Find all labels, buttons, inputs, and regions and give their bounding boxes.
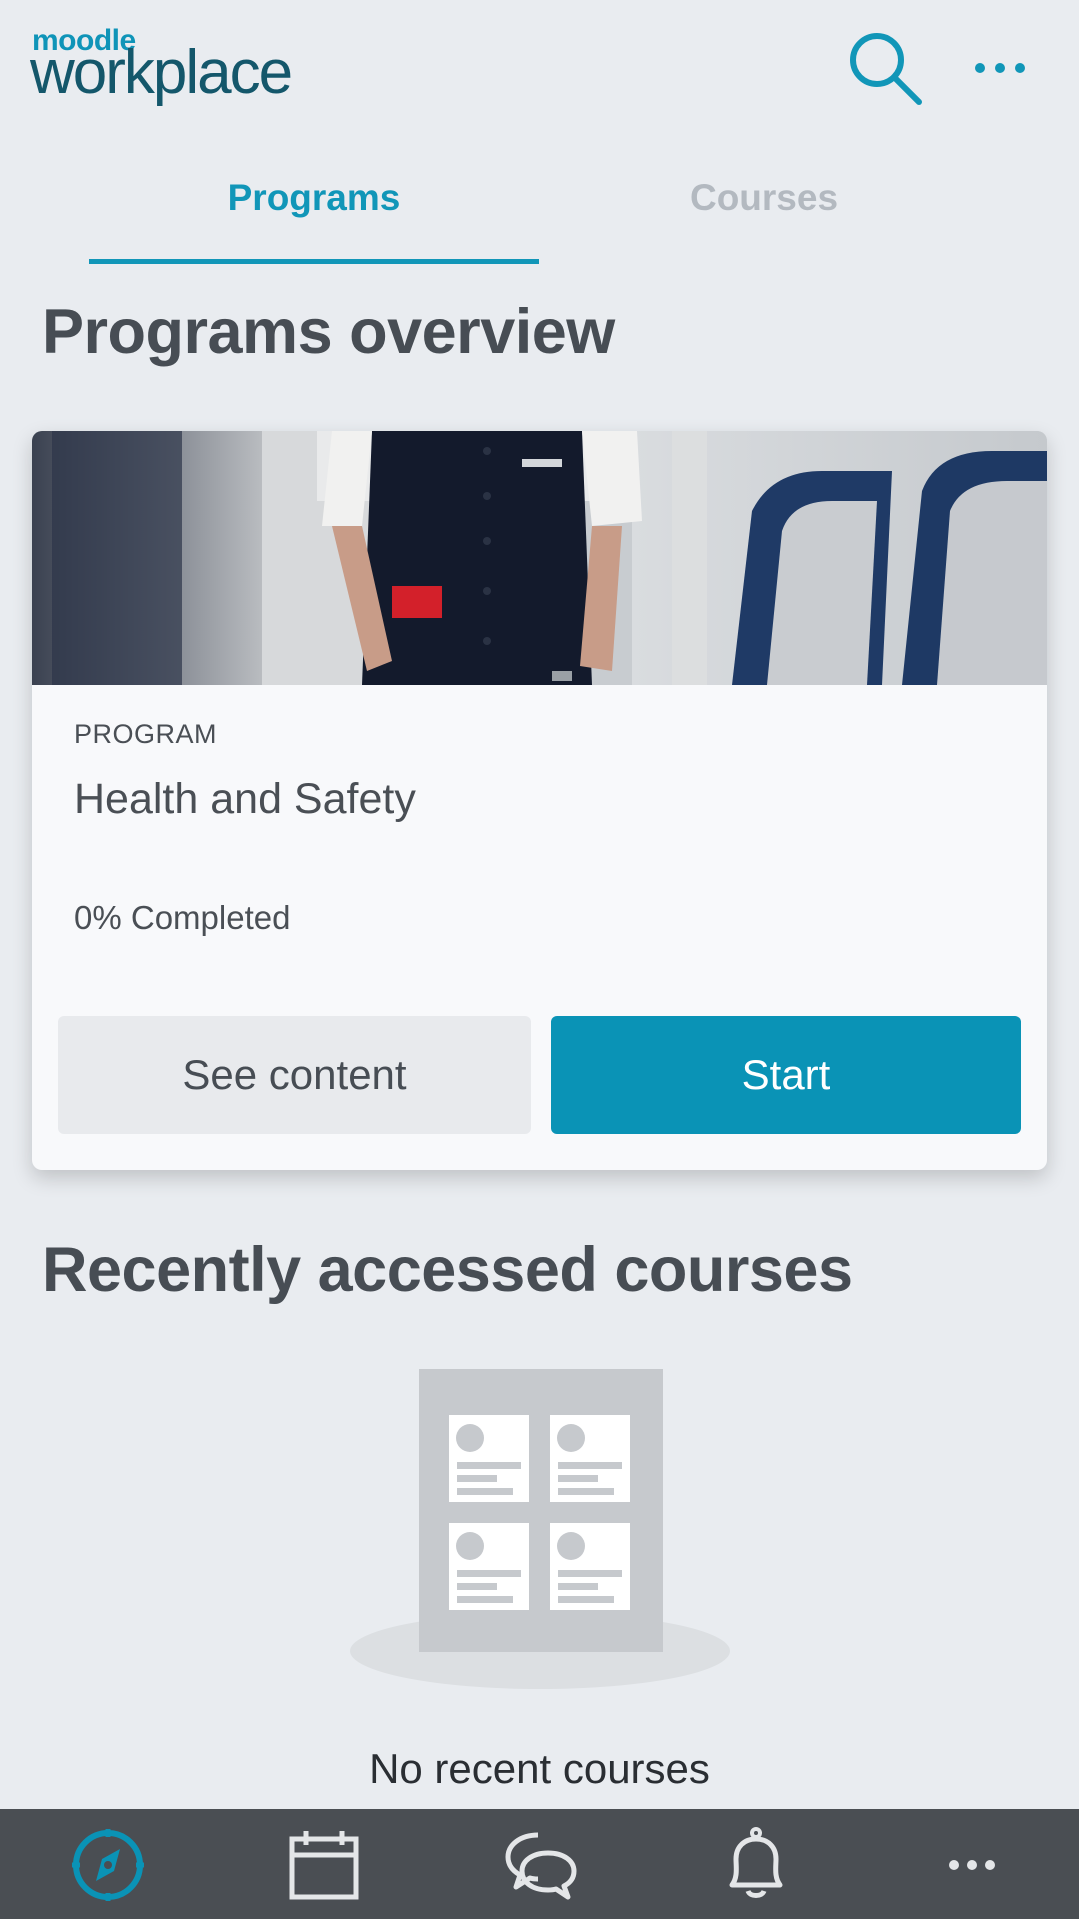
- search-icon: [850, 33, 922, 105]
- program-cover-image: [32, 431, 1047, 685]
- bottom-navigation: [0, 1809, 1079, 1919]
- programs-overview-heading: Programs overview: [42, 297, 615, 367]
- bell-icon: [729, 1827, 783, 1898]
- chat-bubbles-icon: [505, 1832, 577, 1900]
- nav-item-messages[interactable]: [465, 1809, 615, 1919]
- nav-item-calendar[interactable]: [249, 1809, 399, 1919]
- program-progress-text: 0% Completed: [74, 899, 291, 936]
- tab-programs[interactable]: Programs: [89, 150, 539, 264]
- empty-state-text: No recent courses: [369, 1745, 710, 1792]
- program-title[interactable]: Health and Safety: [74, 775, 416, 824]
- tab-courses[interactable]: Courses: [539, 150, 989, 264]
- recent-courses-heading: Recently accessed courses: [42, 1235, 853, 1305]
- more-horizontal-icon: [949, 1860, 995, 1870]
- nav-item-notifications[interactable]: [681, 1809, 831, 1919]
- compass-icon: [72, 1829, 144, 1901]
- search-button[interactable]: [845, 28, 925, 108]
- nav-item-dashboard[interactable]: [33, 1809, 183, 1919]
- logo-workplace-text: workplace: [30, 38, 293, 107]
- program-type-label: PROGRAM: [74, 719, 218, 749]
- more-horizontal-icon: [975, 63, 1025, 73]
- nav-item-more[interactable]: [897, 1809, 1047, 1919]
- calendar-icon: [289, 1831, 359, 1900]
- tab-bar: Programs Courses: [0, 150, 1079, 264]
- more-options-button[interactable]: [970, 40, 1030, 100]
- moodle-workplace-logo: moodle workplace: [30, 24, 330, 104]
- start-button[interactable]: Start: [551, 1016, 1021, 1134]
- empty-courses-illustration-icon: [350, 1369, 730, 1689]
- program-card: PROGRAM Health and Safety 0% Completed S…: [32, 431, 1047, 1170]
- see-content-button[interactable]: See content: [58, 1016, 531, 1134]
- app-header: moodle workplace: [0, 0, 1079, 140]
